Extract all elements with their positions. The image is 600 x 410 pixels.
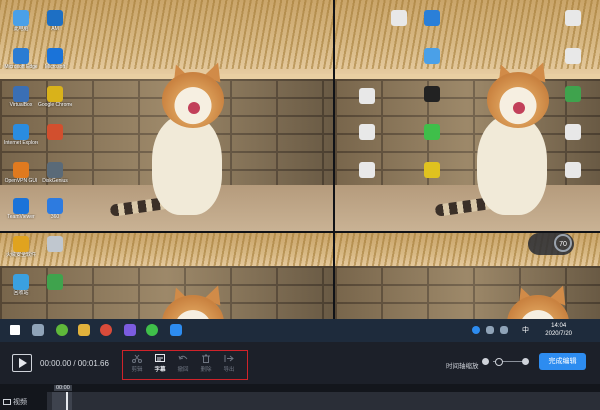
wechat-icon: [146, 324, 158, 336]
tray-icon: [472, 326, 480, 334]
desktop-icon: VirtualBox: [4, 86, 38, 108]
taskbar-app-icon: [124, 324, 136, 336]
zoom-slider-handle[interactable]: [495, 358, 503, 366]
windows-taskbar: 中 14:04 2020/7/20: [0, 319, 600, 342]
tool-undo[interactable]: 撤回: [172, 354, 194, 373]
scissors-icon: [132, 354, 142, 363]
desktop-icon: Internet Explorer: [4, 124, 38, 146]
desktop-icon: [350, 124, 384, 140]
video-clip[interactable]: [52, 392, 72, 410]
preview-pane-top-left: [0, 0, 333, 231]
desktop-icon: [556, 86, 590, 102]
desktop-icon: [415, 124, 449, 140]
preview-pane-top-right: [335, 0, 600, 231]
windows-start-icon: [10, 325, 20, 335]
timeline: 视频 00:00: [0, 384, 600, 410]
tool-delete[interactable]: 删除: [195, 354, 217, 373]
zoom-out-icon[interactable]: [482, 358, 489, 365]
tray-icon: [486, 326, 494, 334]
playhead[interactable]: [66, 392, 68, 410]
tray-icon: [500, 326, 508, 334]
task-view-icon: [32, 324, 44, 336]
video-app-icon: [170, 324, 182, 336]
clock-date: 2020/7/20: [545, 331, 572, 337]
video-preview: 此电脑 Microsoft Edge VirtualBox Internet E…: [0, 0, 600, 342]
desktop-icon: [415, 10, 449, 26]
finish-edit-button[interactable]: 完成编辑: [539, 353, 586, 370]
desktop-icon: [556, 10, 590, 26]
speed-indicator: 70: [554, 234, 572, 252]
play-button[interactable]: [12, 354, 32, 372]
desktop-icon: [350, 88, 384, 104]
desktop-icon: Google Chrome: [38, 86, 72, 108]
export-icon: [224, 355, 234, 362]
folder-icon: [78, 324, 90, 336]
desktop-icon: AM: [38, 10, 72, 32]
desktop-icon: 回收站: [4, 274, 38, 296]
zoom-in-icon[interactable]: [522, 358, 529, 365]
editor-controls: 00:00.00 / 00:01.66 时间轴缩放 完成编辑: [0, 346, 600, 384]
edit-tools-group: 剪辑 字幕 撤回 删除 导出: [122, 350, 248, 380]
chrome-icon: [100, 324, 112, 336]
tool-export[interactable]: 导出: [218, 354, 240, 373]
cat-image: [109, 59, 250, 220]
desktop-icon: [556, 48, 590, 64]
desktop-icon: TeamViewer: [4, 198, 38, 220]
taskbar-clock: 14:04 2020/7/20: [545, 322, 572, 338]
desktop-icon: 360: [38, 198, 72, 220]
clock-time: 14:04: [551, 323, 567, 329]
desktop-icon: 此电脑: [4, 10, 38, 32]
desktop-icon: [415, 162, 449, 178]
desktop-icon: 火绒安全软件: [4, 236, 38, 258]
input-method-indicator: 中: [522, 327, 529, 334]
desktop-icon: [38, 236, 72, 252]
cat-image: [434, 59, 575, 220]
undo-icon: [178, 355, 188, 360]
timeline-zoom-label: 时间轴缩放: [446, 363, 479, 370]
tool-subtitle[interactable]: 字幕: [149, 354, 171, 373]
taskbar-app-icon: [56, 324, 68, 336]
desktop-icon: [415, 86, 449, 102]
desktop-icon: Microsoft: [38, 48, 72, 70]
desktop-icon: [556, 124, 590, 140]
desktop-icon: [382, 10, 416, 26]
desktop-icon: [350, 162, 384, 178]
video-track-label: 视频: [3, 397, 27, 407]
video-track[interactable]: [47, 392, 600, 410]
desktop-icon: DiskGenius: [38, 162, 72, 184]
playhead-time: 00:00: [54, 385, 72, 391]
desktop-icon: [38, 274, 72, 290]
desktop-icon: [415, 48, 449, 64]
desktop-icon: OpenVPN GUI: [4, 162, 38, 184]
tool-clip[interactable]: 剪辑: [126, 354, 148, 373]
desktop-icon: Microsoft Edge: [4, 48, 38, 70]
video-track-icon: [3, 399, 11, 406]
desktop-icon: [556, 162, 590, 178]
desktop-icon: [38, 124, 72, 140]
subtitle-icon: [155, 354, 165, 362]
timecode: 00:00.00 / 00:01.66: [40, 359, 109, 368]
network-speed-widget: 70: [528, 233, 574, 255]
trash-icon: [202, 354, 210, 363]
